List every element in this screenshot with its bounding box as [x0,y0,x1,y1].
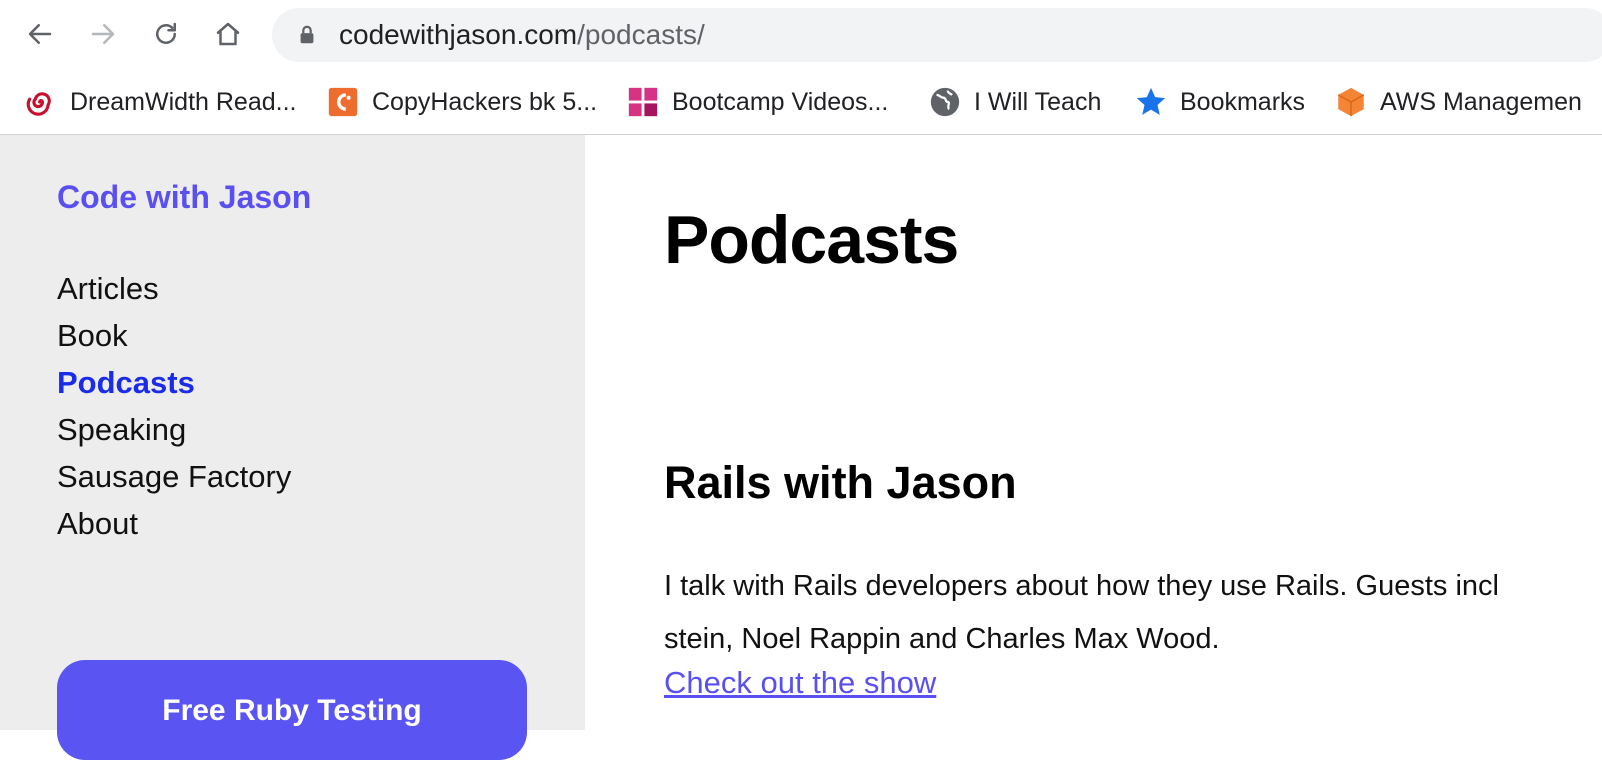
nav-articles[interactable]: Articles [57,265,291,312]
bookmark-bookmarks[interactable]: Bookmarks [1134,82,1305,122]
browser-toolbar: codewithjason.com/podcasts/ [0,0,1602,70]
bookmark-aws[interactable]: AWS Managemen [1334,82,1582,122]
bookmark-bootcamp[interactable]: Bootcamp Videos... [626,82,888,122]
nav-about[interactable]: About [57,500,291,547]
podcast-title: Rails with Jason [664,457,1017,508]
description-line: I talk with Rails developers about how t… [664,570,1499,602]
site-title-link[interactable]: Code with Jason [57,179,311,216]
bookmark-label: Bootcamp Videos... [672,87,889,116]
bookmark-copyhackers[interactable]: CopyHackers bk 5... [326,82,597,122]
lock-icon [300,25,314,44]
reload-icon [156,22,176,44]
copyhackers-icon [326,85,360,119]
home-icon [216,22,240,46]
bookmark-label: DreamWidth Read... [70,87,297,116]
nav-book[interactable]: Book [57,312,291,359]
star-icon [1134,85,1168,119]
home-button[interactable] [208,14,248,54]
forward-arrow-icon [91,24,115,44]
back-arrow-icon [28,24,52,44]
sidebar: Code with Jason Articles Book Podcasts S… [0,135,585,760]
bookmark-label: AWS Managemen [1380,87,1582,116]
bookmark-label: Bookmarks [1180,87,1306,116]
bookmark-label: CopyHackers bk 5... [372,87,598,116]
bookmark-label: I Will Teach [974,87,1102,116]
url-text: codewithjason.com/podcasts/ [339,19,705,51]
globe-icon [928,85,962,119]
nav-speaking[interactable]: Speaking [57,406,291,453]
bookmark-dreamwidth[interactable]: DreamWidth Read... [24,82,296,122]
bookmark-i-will-teach[interactable]: I Will Teach [928,82,1101,122]
url-host: codewithjason.com [339,19,578,50]
description-line: stein, Noel Rappin and Charles Max Wood. [664,623,1220,655]
free-ruby-testing-button[interactable]: Free Ruby Testing [57,660,527,760]
reload-button[interactable] [146,14,186,54]
main-content: Podcasts Rails with Jason I talk with Ra… [585,135,1602,730]
back-button[interactable] [20,14,60,54]
podcast-description: I talk with Rails developers about how t… [664,560,1594,666]
nav-sausage-factory[interactable]: Sausage Factory [57,453,291,500]
page-title: Podcasts [664,202,959,278]
bootcamp-grid-icon [626,85,660,119]
bookmarks-bar: DreamWidth Read... CopyHackers bk 5... B… [0,70,1602,135]
forward-button[interactable] [83,14,123,54]
url-path: /podcasts/ [577,19,705,50]
address-bar[interactable]: codewithjason.com/podcasts/ [272,8,1602,62]
sidebar-nav: Articles Book Podcasts Speaking Sausage … [57,265,291,547]
dreamwidth-swirl-icon [24,85,58,119]
aws-cube-icon [1334,85,1368,119]
check-out-show-link[interactable]: Check out the show [664,665,936,701]
nav-podcasts[interactable]: Podcasts [57,359,291,406]
